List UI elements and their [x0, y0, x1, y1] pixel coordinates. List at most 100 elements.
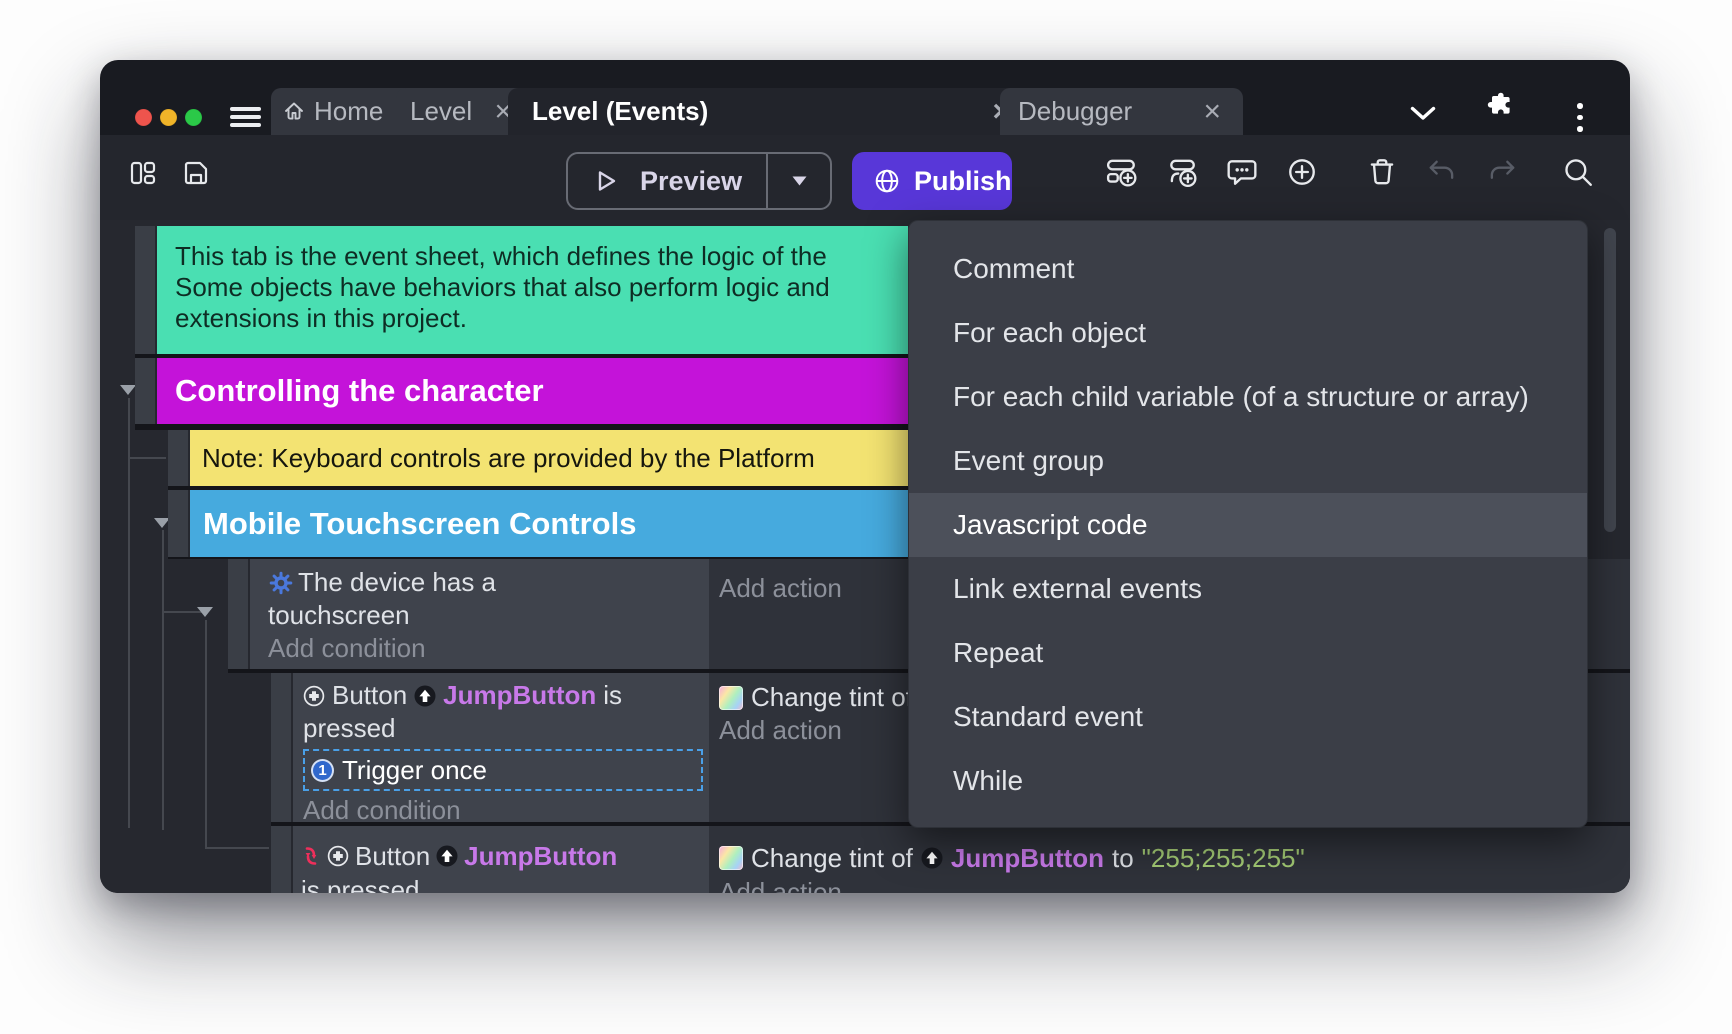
- condition-text: Trigger once: [342, 754, 487, 787]
- comment-line: This tab is the event sheet, which defin…: [175, 241, 908, 272]
- tabs-dropdown-chevron-icon[interactable]: [1410, 106, 1436, 121]
- collapse-arrow[interactable]: [197, 607, 213, 617]
- add-comment-icon[interactable]: [1226, 156, 1258, 188]
- add-condition-link[interactable]: Add condition: [303, 794, 709, 822]
- tint-icon: [719, 846, 743, 870]
- object-name: JumpButton: [464, 839, 617, 873]
- gamepad-icon: [303, 685, 325, 707]
- action-text: Change tint of: [751, 681, 913, 714]
- event-margin[interactable]: [228, 559, 248, 669]
- globe-icon: [874, 168, 900, 194]
- tab-label: Debugger: [1018, 96, 1132, 127]
- object-name: JumpButton: [951, 841, 1104, 875]
- menu-item-event-group[interactable]: Event group: [909, 429, 1587, 493]
- undo-icon[interactable]: [1426, 158, 1458, 188]
- menu-item-repeat[interactable]: Repeat: [909, 621, 1587, 685]
- event-group-mobile-touchscreen[interactable]: Mobile Touchscreen Controls: [190, 490, 908, 557]
- action-text: to: [1112, 841, 1134, 875]
- event-3-actions[interactable]: Change tint of JumpButton to "255;255;25…: [709, 826, 1630, 893]
- touch-gear-icon: [268, 570, 294, 596]
- tab-level-events[interactable]: Level (Events) ×: [508, 88, 1038, 135]
- menu-item-comment[interactable]: Comment: [909, 237, 1587, 301]
- event-margin[interactable]: [135, 226, 155, 354]
- add-new-icon[interactable]: [1286, 156, 1318, 188]
- delete-icon[interactable]: [1366, 156, 1398, 188]
- event-margin[interactable]: [168, 490, 188, 557]
- condition-text: is: [603, 679, 622, 712]
- trigger-once-icon: 1: [311, 759, 334, 782]
- condition-text: pressed: [303, 712, 709, 745]
- action-text: Change tint of: [751, 841, 913, 875]
- comment-block[interactable]: This tab is the event sheet, which defin…: [157, 226, 908, 354]
- add-event-context-menu: Comment For each object For each child v…: [908, 220, 1588, 828]
- event-1-conditions[interactable]: The device has a touchscreen Add conditi…: [250, 559, 709, 669]
- app-window: Home Level × Level (Events) × Debugger ×: [100, 60, 1630, 893]
- event-3-conditions[interactable]: Button JumpButton is pressed: [293, 826, 709, 893]
- event-group-controlling-character[interactable]: Controlling the character: [157, 358, 908, 424]
- action-value: "255;255;255": [1142, 841, 1305, 875]
- addons-puzzle-icon[interactable]: [1487, 91, 1514, 118]
- jumpbutton-object-icon: [921, 847, 943, 869]
- menu-item-javascript-code[interactable]: Javascript code: [909, 493, 1587, 557]
- tab-debugger[interactable]: Debugger ×: [1000, 88, 1243, 135]
- add-event-icon[interactable]: [1106, 156, 1138, 188]
- menu-item-link-external-events[interactable]: Link external events: [909, 557, 1587, 621]
- scrollbar-thumb[interactable]: [1604, 228, 1616, 532]
- comment-note-block[interactable]: Note: Keyboard controls are provided by …: [190, 430, 908, 486]
- overflow-menu-icon[interactable]: [1577, 103, 1583, 138]
- collapse-arrow[interactable]: [120, 385, 136, 395]
- close-button[interactable]: [135, 109, 152, 126]
- main-menu-icon[interactable]: [230, 107, 261, 131]
- preview-dropdown-caret-icon[interactable]: [776, 176, 823, 186]
- tree-line: [162, 530, 164, 830]
- minimize-button[interactable]: [160, 109, 177, 126]
- tree-line: [128, 398, 130, 828]
- tab-label: Level: [410, 96, 472, 127]
- screenshot-stage: Home Level × Level (Events) × Debugger ×: [0, 0, 1732, 1034]
- tab-label: Level (Events): [532, 96, 708, 127]
- tint-icon: [719, 686, 743, 710]
- condition-text: The device has a: [298, 566, 496, 599]
- add-subevent-icon[interactable]: [1166, 156, 1198, 188]
- redo-icon[interactable]: [1486, 158, 1518, 188]
- event-margin[interactable]: [271, 673, 291, 822]
- group-title: Mobile Touchscreen Controls: [203, 506, 636, 541]
- add-condition-link[interactable]: Add condition: [268, 632, 709, 665]
- tab-label: Home: [314, 96, 383, 127]
- event-margin[interactable]: [168, 430, 188, 486]
- jumpbutton-object-icon: [414, 685, 436, 707]
- group-title: Controlling the character: [175, 373, 544, 408]
- menu-item-for-each-object[interactable]: For each object: [909, 301, 1587, 365]
- zoom-button[interactable]: [185, 109, 202, 126]
- menu-item-for-each-child-variable[interactable]: For each child variable (of a structure …: [909, 365, 1587, 429]
- preview-button[interactable]: Preview: [566, 152, 832, 210]
- layout-panels-icon[interactable]: [128, 158, 158, 188]
- event-2-conditions[interactable]: Button JumpButton is pressed 1 Trigger o…: [293, 673, 709, 822]
- event-margin[interactable]: [271, 826, 291, 893]
- save-icon[interactable]: [181, 158, 211, 188]
- menu-item-while[interactable]: While: [909, 749, 1587, 813]
- tab-home[interactable]: Home: [271, 88, 415, 135]
- toolbar: Preview Publish: [100, 135, 1630, 220]
- add-action-link[interactable]: Add action: [719, 573, 842, 603]
- tree-line: [128, 457, 166, 459]
- publish-button[interactable]: Publish: [852, 152, 1012, 210]
- add-action-link[interactable]: Add action: [719, 875, 1630, 893]
- comment-line: extensions in this project.: [175, 303, 908, 334]
- play-icon: [596, 169, 618, 193]
- note-text: Note: Keyboard controls are provided by …: [202, 443, 815, 473]
- object-name: JumpButton: [443, 679, 596, 712]
- condition-text: is pressed: [301, 873, 709, 893]
- event-margin[interactable]: [135, 358, 155, 424]
- gamepad-icon: [327, 845, 349, 867]
- home-icon: [283, 101, 305, 122]
- publish-label: Publish: [914, 166, 1012, 197]
- divider: [766, 154, 768, 208]
- tab-close-icon[interactable]: ×: [1199, 97, 1225, 127]
- menu-item-standard-event[interactable]: Standard event: [909, 685, 1587, 749]
- tree-line: [205, 847, 269, 849]
- search-icon[interactable]: [1562, 156, 1594, 188]
- condition-trigger-once[interactable]: 1 Trigger once: [303, 749, 703, 791]
- loop-red-icon: [301, 845, 321, 867]
- comment-line: Some objects have behaviors that also pe…: [175, 272, 908, 303]
